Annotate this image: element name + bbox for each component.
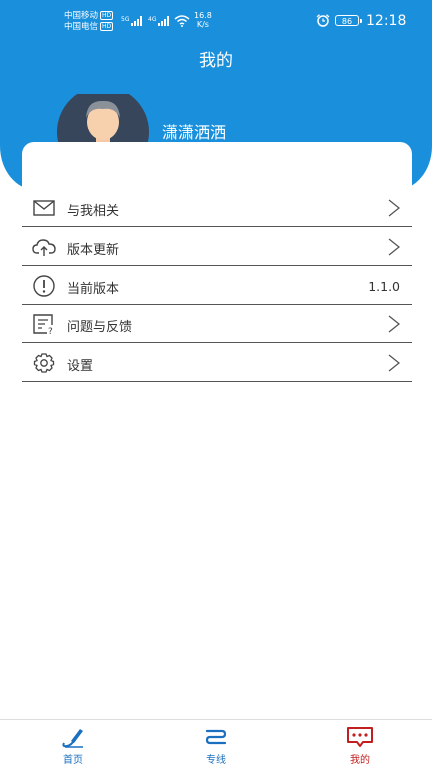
battery-indicator: 86	[335, 15, 362, 26]
feedback-icon: ?	[33, 314, 53, 335]
network-speed: 16.8 K/s	[194, 11, 212, 29]
status-time: 12:18	[366, 13, 407, 29]
menu-item-label: 与我相关	[67, 204, 120, 219]
status-bar: 中国移动 HD 中国电信 HD 5G 4G 16.8 K/s 86 12:18	[0, 0, 432, 42]
signal-4g-icon: 4G	[148, 16, 169, 26]
menu-item-label: 问题与反馈	[67, 320, 133, 335]
menu-item-label: 当前版本	[67, 282, 120, 297]
carrier-2: 中国电信	[64, 22, 99, 32]
info-icon	[33, 275, 55, 297]
tab-line-label: 专线	[206, 755, 226, 766]
chat-bubble-icon	[347, 727, 373, 747]
gear-icon	[33, 353, 55, 373]
menu-item-label: 设置	[67, 359, 94, 374]
menu-item-label: 版本更新	[67, 243, 120, 258]
menu-item-related[interactable]: 与我相关	[22, 189, 412, 227]
chevron-right-icon	[388, 315, 400, 333]
tab-home[interactable]: 首页	[28, 720, 118, 769]
menu-item-feedback[interactable]: ? 问题与反馈	[22, 305, 412, 343]
hd-badge-2: HD	[100, 22, 114, 31]
chevron-right-icon	[388, 199, 400, 217]
page-title: 我的	[199, 51, 233, 71]
cloud-upload-icon	[32, 239, 56, 256]
menu-item-version: 当前版本 1.1.0	[22, 267, 412, 305]
chevron-right-icon	[388, 354, 400, 372]
carrier-1: 中国移动	[64, 11, 99, 21]
tab-home-label: 首页	[63, 755, 83, 766]
speed-unit: K/s	[196, 20, 209, 29]
menu-card: 与我相关 版本更新 当前版本 1.1.0 ? 问题与反馈 设置	[22, 142, 412, 387]
bottom-tab-bar: 首页 专线 我的	[0, 719, 432, 769]
chevron-right-icon	[388, 238, 400, 256]
username[interactable]: 潇潇洒洒	[162, 119, 226, 143]
menu-item-update[interactable]: 版本更新	[22, 228, 412, 266]
hd-badge-1: HD	[100, 11, 114, 20]
tab-mine[interactable]: 我的	[315, 720, 405, 769]
version-value: 1.1.0	[368, 279, 400, 294]
route-icon	[205, 729, 227, 745]
mail-icon	[33, 200, 55, 216]
home-pen-icon	[62, 729, 83, 748]
wifi-icon	[174, 15, 190, 27]
signal-5g-icon: 5G	[121, 16, 142, 26]
net-4g-label: 4G	[148, 16, 157, 23]
tab-line[interactable]: 专线	[171, 720, 261, 769]
tab-mine-label: 我的	[350, 755, 370, 766]
menu-item-settings[interactable]: 设置	[22, 344, 412, 382]
speed-value: 16.8	[194, 11, 212, 20]
alarm-icon	[316, 14, 330, 27]
svg-text:?: ?	[48, 327, 53, 335]
carrier-info: 中国移动 HD 中国电信 HD	[64, 11, 114, 33]
net-5g-label: 5G	[121, 16, 130, 23]
